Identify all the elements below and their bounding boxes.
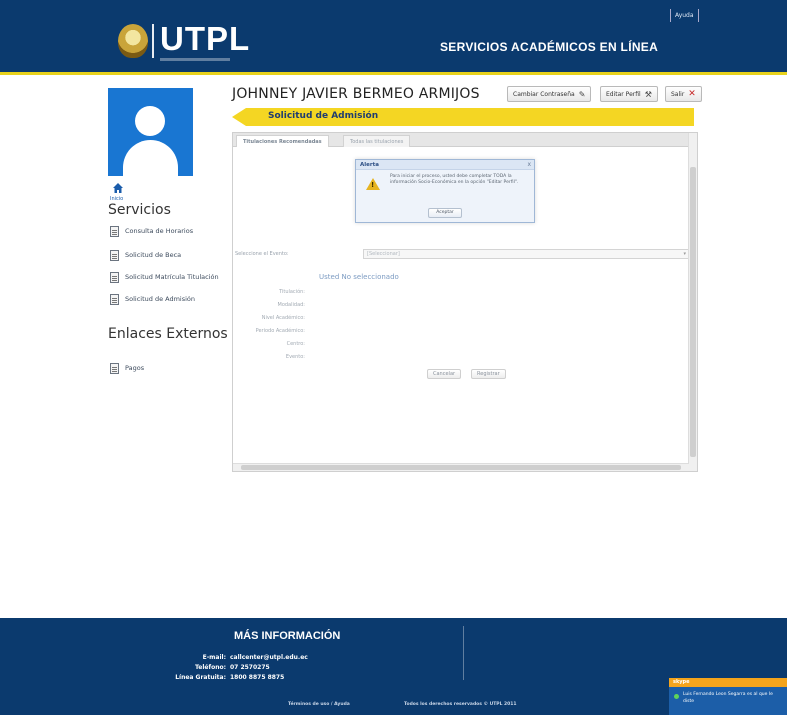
footer-phone-row: Teléfono: 07 2570275 bbox=[150, 664, 270, 674]
sidebar-item-label: Consulta de Horarios bbox=[125, 227, 194, 235]
footer-tollfree-key: Línea Gratuita: bbox=[175, 674, 226, 681]
close-icon[interactable]: x bbox=[527, 161, 531, 168]
avatar-head bbox=[135, 106, 165, 136]
university-seal-icon bbox=[118, 24, 148, 58]
section-banner: Solicitud de Admisión bbox=[232, 108, 694, 126]
home-icon[interactable] bbox=[112, 182, 124, 194]
help-link[interactable]: Ayuda bbox=[670, 9, 699, 22]
field-label-center: Centro: bbox=[286, 341, 305, 347]
horizontal-scrollbar[interactable] bbox=[233, 463, 689, 471]
horizontal-scroll-thumb[interactable] bbox=[241, 465, 681, 470]
site-logo[interactable]: UTPL bbox=[160, 20, 250, 58]
tab-strip: Titulaciones Recomendadas Todas las titu… bbox=[233, 133, 689, 147]
sidebar-item-admission[interactable]: Solicitud de Admisión bbox=[110, 292, 195, 306]
avatar-body bbox=[123, 140, 178, 176]
sidebar-item-schedule[interactable]: Consulta de Horarios bbox=[110, 224, 193, 238]
document-icon bbox=[110, 249, 119, 261]
chat-widget[interactable]: skype Luis Fernando Leon Segarra es al q… bbox=[669, 678, 787, 715]
user-name: JOHNNEY JAVIER BERMEO ARMIJOS bbox=[232, 86, 480, 102]
edit-profile-button[interactable]: Editar Perfil ⚒ bbox=[600, 86, 658, 102]
footer-divider bbox=[463, 626, 464, 680]
footer-email-row: E-mail: callcenter@utpl.edu.ec bbox=[150, 654, 308, 664]
alert-dialog: Alerta x ! Para iniciar el proceso, uste… bbox=[355, 159, 535, 223]
logo-subtitle-bar bbox=[160, 58, 230, 61]
banner-title: Solicitud de Admisión bbox=[268, 111, 379, 121]
footer-phone-value: 07 2570275 bbox=[230, 664, 270, 671]
vertical-scroll-thumb[interactable] bbox=[690, 167, 696, 457]
avatar bbox=[108, 88, 193, 176]
sidebar-item-label: Solicitud de Admisión bbox=[125, 295, 196, 303]
wrench-icon: ⚒ bbox=[644, 89, 652, 99]
sidebar-item-label: Solicitud Matrícula Titulación bbox=[125, 273, 219, 281]
document-icon bbox=[110, 293, 119, 305]
tab-recommended[interactable]: Titulaciones Recomendadas bbox=[236, 135, 329, 147]
key-icon: ✎ bbox=[578, 89, 586, 99]
field-label-event: Evento: bbox=[285, 354, 305, 360]
change-password-label: Cambiar Contraseña bbox=[513, 90, 575, 98]
field-label-modality: Modalidad: bbox=[277, 302, 306, 308]
document-icon bbox=[110, 225, 119, 237]
field-label-program: Titulación: bbox=[279, 289, 305, 295]
exit-label: Salir bbox=[671, 90, 685, 98]
copyright-text: Todos los derechos reservados © UTPL 201… bbox=[404, 702, 517, 707]
register-button[interactable]: Registrar bbox=[471, 369, 506, 379]
field-label-level: Nivel Académico: bbox=[261, 315, 305, 321]
alert-message: Para iniciar el proceso, usted debe comp… bbox=[390, 174, 519, 185]
site-header: UTPL SERVICIOS ACADÉMICOS EN LÍNEA Ayuda bbox=[0, 0, 787, 72]
event-select[interactable]: [Seleccionar] bbox=[363, 249, 689, 259]
footer-tollfree-value: 1800 8875 8875 bbox=[230, 674, 285, 681]
sidebar-item-label: Solicitud de Beca bbox=[125, 251, 182, 259]
change-password-button[interactable]: Cambiar Contraseña ✎ bbox=[507, 86, 592, 102]
vertical-scrollbar[interactable] bbox=[688, 133, 697, 471]
edit-profile-label: Editar Perfil bbox=[606, 90, 641, 98]
services-heading: Servicios bbox=[108, 202, 171, 218]
alert-ok-button[interactable]: Aceptar bbox=[428, 208, 462, 218]
external-links-heading: Enlaces Externos bbox=[108, 326, 228, 342]
terms-link[interactable]: Términos de uso / Ayuda bbox=[288, 702, 350, 707]
warning-icon-mark: ! bbox=[371, 181, 375, 189]
chat-contact-text[interactable]: Luis Fernando Leon Segarra es al que le … bbox=[683, 691, 783, 705]
cancel-button[interactable]: Cancelar bbox=[427, 369, 462, 379]
footer-tollfree-row: Línea Gratuita: 1800 8875 8875 bbox=[150, 674, 284, 684]
header-accent-stripe bbox=[0, 72, 787, 75]
footer-title: MÁS INFORMACIÓN bbox=[234, 630, 341, 642]
online-status-icon bbox=[674, 694, 679, 699]
sidebar-item-scholarship[interactable]: Solicitud de Beca bbox=[110, 248, 181, 262]
chat-widget-bar: skype bbox=[669, 678, 787, 687]
logo-separator bbox=[152, 24, 154, 58]
document-icon bbox=[110, 362, 119, 374]
no-selection-text: Usted No seleccionado bbox=[319, 273, 399, 281]
sidebar-item-payments[interactable]: Pagos bbox=[110, 361, 144, 375]
close-icon: ✕ bbox=[688, 89, 696, 99]
exit-button[interactable]: Salir ✕ bbox=[665, 86, 702, 102]
header-tagline: SERVICIOS ACADÉMICOS EN LÍNEA bbox=[440, 40, 659, 54]
page: UTPL SERVICIOS ACADÉMICOS EN LÍNEA Ayuda… bbox=[0, 0, 787, 715]
sidebar-item-enrollment[interactable]: Solicitud Matrícula Titulación bbox=[110, 270, 219, 284]
footer-email-key: E-mail: bbox=[202, 654, 226, 661]
chat-brand: skype bbox=[673, 679, 690, 685]
footer-email-value[interactable]: callcenter@utpl.edu.ec bbox=[230, 654, 308, 664]
event-label: Seleccione el Evento: bbox=[235, 251, 289, 257]
footer-phone-key: Teléfono: bbox=[194, 664, 226, 671]
sidebar-item-label: Pagos bbox=[125, 364, 145, 372]
field-label-period: Periodo Académico: bbox=[255, 328, 305, 334]
document-icon bbox=[110, 271, 119, 283]
admission-panel: Titulaciones Recomendadas Todas las titu… bbox=[232, 132, 698, 472]
alert-title: Alerta bbox=[356, 160, 534, 170]
tab-all-programs[interactable]: Todas las titulaciones bbox=[343, 135, 411, 147]
